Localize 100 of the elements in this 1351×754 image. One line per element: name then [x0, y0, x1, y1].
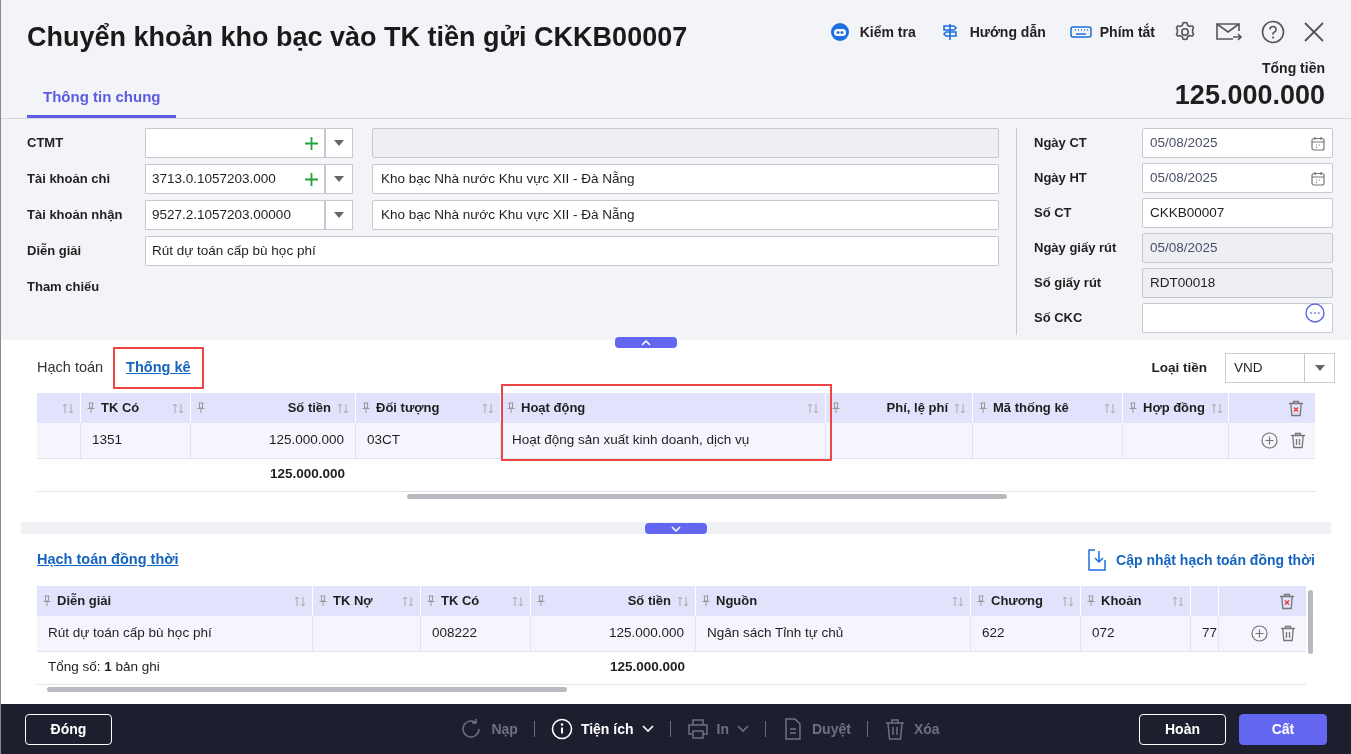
pin-icon[interactable]	[507, 402, 515, 414]
field-label: Tham chiếu	[27, 278, 101, 297]
combo-field[interactable]: 3713.0.1057203.000	[145, 164, 325, 194]
tab[interactable]: Thống kê	[113, 347, 204, 389]
tab[interactable]: Hạch toán	[37, 349, 104, 387]
chevron-up-icon	[641, 339, 651, 346]
sort-icon[interactable]	[952, 595, 964, 607]
summary-text: Tổng số: 1 bản ghi	[48, 657, 160, 676]
field-label: Tài khoản nhận	[27, 206, 124, 225]
sort-icon[interactable]	[62, 402, 74, 414]
sort-icon[interactable]	[337, 402, 349, 414]
column-header: Mã thống kê	[993, 399, 1070, 418]
pin-icon[interactable]	[977, 595, 985, 607]
trash-icon[interactable]	[1280, 625, 1296, 642]
date-field[interactable]: 05/08/2025	[1142, 163, 1333, 193]
sort-icon[interactable]	[954, 402, 966, 414]
toolbar-button[interactable]: Tiện ích	[550, 718, 654, 740]
dropdown-button[interactable]	[325, 164, 353, 194]
update-button[interactable]: Cập nhật hạch toán đồng thời	[1088, 549, 1315, 571]
column-header: TK Có	[101, 399, 141, 418]
pin-icon[interactable]	[197, 402, 205, 414]
pin-icon[interactable]	[427, 595, 435, 607]
dropdown-button[interactable]	[325, 128, 353, 158]
sort-icon[interactable]	[294, 595, 306, 607]
sort-icon[interactable]	[807, 402, 819, 414]
expand-handle[interactable]	[645, 523, 707, 534]
table-cell-text: 125.000.000	[608, 624, 684, 643]
trash-icon[interactable]	[1289, 432, 1306, 449]
pin-icon[interactable]	[1129, 402, 1137, 414]
sort-icon[interactable]	[482, 402, 494, 414]
table-cell-text: Hoạt động sản xuất kinh doanh, dịch vụ	[512, 431, 750, 450]
sort-icon[interactable]	[1172, 595, 1184, 607]
calendar-icon[interactable]	[1311, 170, 1325, 186]
pin-icon[interactable]	[87, 402, 95, 414]
pin-icon[interactable]	[702, 595, 710, 607]
sort-icon[interactable]	[1062, 595, 1074, 607]
chevron-down-icon	[671, 525, 681, 532]
caret-down-icon	[334, 212, 344, 218]
field-label: Ngày HT	[1034, 169, 1088, 188]
close-icon[interactable]	[1303, 21, 1325, 43]
field-label: Ngày giấy rút	[1034, 239, 1118, 258]
horizontal-scrollbar[interactable]	[37, 684, 1306, 692]
chevron-down-icon	[641, 725, 654, 733]
horizontal-scrollbar[interactable]	[37, 491, 1316, 499]
sort-icon[interactable]	[512, 595, 524, 607]
sort-icon[interactable]	[1104, 402, 1116, 414]
plus-icon[interactable]	[305, 136, 318, 150]
collapse-handle[interactable]	[615, 337, 677, 348]
text-field[interactable]: Kho bạc Nhà nước Khu vực XII - Đà Nẵng	[372, 164, 999, 194]
trash-icon	[883, 718, 906, 740]
dropdown-button[interactable]	[325, 200, 353, 230]
table-row[interactable]: 1351 125.000.000 03CT Hoạt động sản xuất kinh doanh, dịch vụ	[37, 423, 1315, 459]
chevron-down-icon	[737, 725, 749, 733]
table-cell-text: Ngân sách Tỉnh tự chủ	[707, 624, 844, 643]
pin-icon[interactable]	[319, 595, 327, 607]
pin-icon[interactable]	[979, 402, 987, 414]
combo-field[interactable]: 9527.2.1057203.00000	[145, 200, 325, 230]
table-cell-text: 125.000.000	[268, 431, 344, 450]
date-field[interactable]: 05/08/2025	[1142, 128, 1333, 158]
document-download-icon	[1088, 549, 1107, 571]
table-row[interactable]: Rút dự toán cấp bù học phí 008222 125.000.000 Ngân sách Tỉnh tự chủ 622 072 77	[37, 616, 1306, 652]
delete-all-icon[interactable]	[1278, 592, 1295, 610]
pin-icon[interactable]	[43, 595, 51, 607]
field-label: Tài khoản chi	[27, 170, 112, 189]
column-header: Phí, lệ phí	[886, 399, 948, 418]
action-button[interactable]: Hoàn	[1139, 713, 1226, 745]
field-label: Số CT	[1034, 204, 1073, 223]
currency-select[interactable]: VND	[1225, 353, 1335, 383]
action-button[interactable]: Đóng	[25, 713, 112, 745]
calendar-icon[interactable]	[1311, 135, 1325, 151]
delete-all-icon[interactable]	[1288, 399, 1304, 417]
combo-field[interactable]	[145, 128, 325, 158]
text-field[interactable]: Kho bạc Nhà nước Khu vực XII - Đà Nẵng	[372, 200, 999, 230]
field-label: Số CKC	[1034, 309, 1084, 328]
pin-icon[interactable]	[1087, 595, 1095, 607]
sort-icon[interactable]	[677, 595, 689, 607]
action-button[interactable]: Cất	[1239, 713, 1327, 745]
pin-icon[interactable]	[362, 402, 370, 414]
text-field[interactable]: CKKB00007	[1142, 198, 1333, 228]
column-header: Số tiền	[287, 399, 331, 418]
help-icon[interactable]	[1261, 20, 1285, 44]
table-cell-text: Rút dự toán cấp bù học phí	[48, 624, 212, 643]
add-row-icon[interactable]	[1260, 432, 1278, 449]
pin-icon[interactable]	[832, 402, 840, 414]
field-label: Số giấy rút	[1034, 274, 1103, 293]
info-icon	[550, 718, 573, 740]
sort-icon[interactable]	[1210, 402, 1223, 414]
toolbar-button[interactable]: Hướng dẫn	[939, 21, 1046, 43]
text-field[interactable]	[1142, 303, 1333, 333]
toolbar-button[interactable]: Kiểm tra	[829, 21, 916, 43]
add-row-icon[interactable]	[1251, 625, 1268, 642]
total-label: Tổng tiền	[1262, 59, 1325, 78]
sort-icon[interactable]	[402, 595, 414, 607]
link[interactable]: Hạch toán đồng thời	[37, 549, 179, 571]
sort-icon[interactable]	[172, 402, 184, 414]
more-icon[interactable]	[1305, 303, 1325, 323]
text-field[interactable]: Rút dự toán cấp bù học phí	[145, 236, 999, 266]
plus-icon[interactable]	[305, 172, 318, 186]
pin-icon[interactable]	[537, 595, 545, 607]
toolbar-button[interactable]: Phím tắt	[1069, 21, 1155, 43]
